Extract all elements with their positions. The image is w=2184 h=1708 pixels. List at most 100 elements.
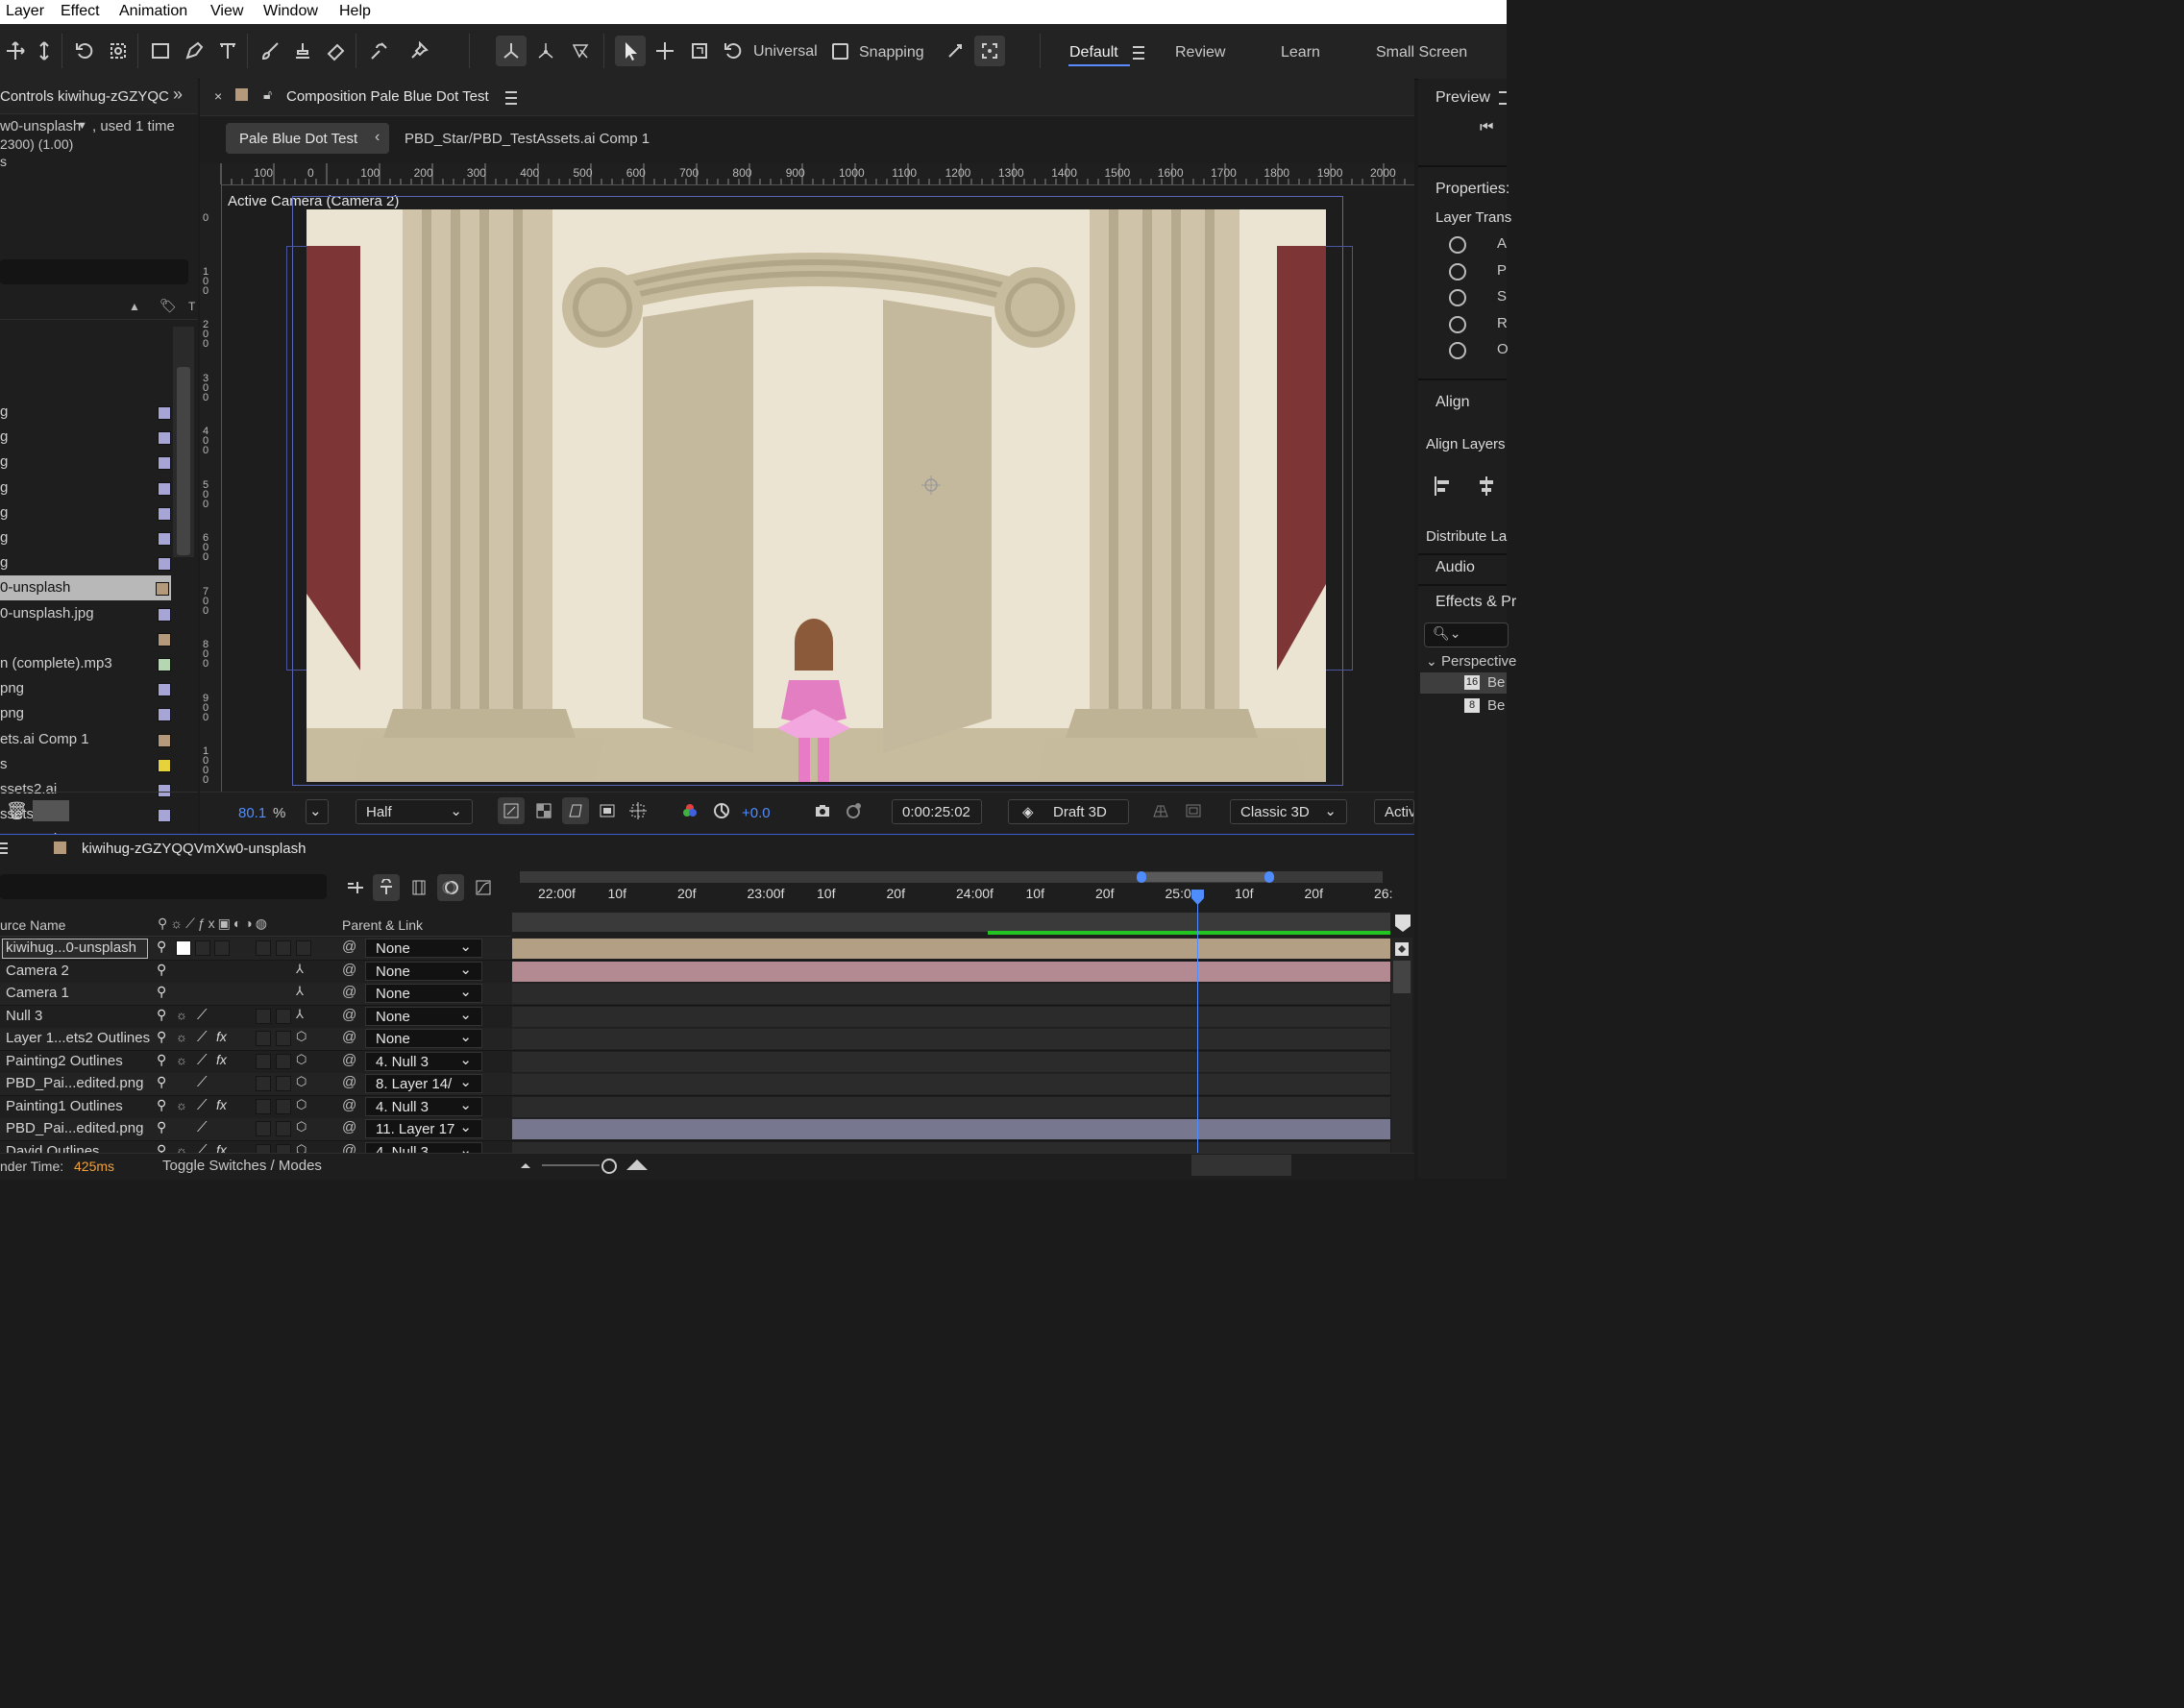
draft-3d-button[interactable]: ◈ Draft 3D <box>1008 799 1129 824</box>
layer-name[interactable]: Painting2 Outlines <box>6 1053 123 1069</box>
sort-up-icon[interactable]: ▲ <box>129 300 140 313</box>
world-axis-icon[interactable] <box>530 36 561 66</box>
project-item[interactable]: g <box>0 550 171 575</box>
stopwatch-icon[interactable] <box>1449 263 1466 281</box>
label-color-swatch[interactable] <box>158 733 171 747</box>
snap-features-icon[interactable] <box>974 36 1005 66</box>
color-management-icon[interactable] <box>708 797 735 824</box>
timeline-menu-icon[interactable] <box>0 842 8 855</box>
table-row[interactable]: Camera 2 ⚲ ⅄ @ None ⌄ <box>0 960 1390 984</box>
switch-box[interactable] <box>276 940 291 956</box>
project-item[interactable]: 0-unsplash <box>0 575 171 601</box>
rotate-icon[interactable] <box>69 36 100 66</box>
stopwatch-icon[interactable] <box>1449 342 1466 359</box>
panel-overflow-icon[interactable]: » <box>173 85 183 105</box>
breadcrumb-next[interactable]: PBD_Star/PBD_TestAssets.ai Comp 1 <box>405 131 650 147</box>
graph-editor-icon[interactable] <box>470 874 497 901</box>
project-item[interactable]: g <box>0 450 171 475</box>
quality-icon[interactable]: ⟋ <box>197 1097 208 1113</box>
rectangle-tool-icon[interactable] <box>145 36 176 66</box>
shy-icon[interactable]: ⚲ <box>157 1029 166 1045</box>
trash-icon[interactable]: 🗑 <box>6 801 28 821</box>
3d-layer-icon[interactable]: ⬡ <box>296 1097 307 1112</box>
frame-blending-icon[interactable] <box>405 874 432 901</box>
work-area-start-handle[interactable] <box>1137 871 1146 883</box>
shy-icon[interactable]: ⚲ <box>157 1052 166 1068</box>
effects-icon[interactable]: fx <box>216 1052 227 1067</box>
eraser-icon[interactable] <box>321 36 352 66</box>
switch-box[interactable] <box>256 1121 271 1136</box>
zoom-slider-track[interactable] <box>542 1164 600 1166</box>
switch-box[interactable] <box>195 940 210 956</box>
lock-icon[interactable]: 🔓︎ <box>263 86 272 103</box>
layer-duration-bar[interactable] <box>512 1074 1390 1094</box>
timeline-scrollbar-thumb[interactable] <box>1393 961 1411 993</box>
zoom-in-icon[interactable] <box>626 1159 648 1170</box>
effects-icon[interactable]: fx <box>216 1029 227 1044</box>
layer-duration-bar[interactable] <box>512 961 1390 982</box>
roto-brush-icon[interactable] <box>363 36 394 66</box>
pick-whip-icon[interactable]: @ <box>342 1097 356 1113</box>
view-dropdown[interactable]: Activ <box>1374 799 1414 824</box>
layer-duration-bar[interactable] <box>512 1051 1390 1072</box>
project-scrollbar-thumb[interactable] <box>177 367 190 555</box>
label-color-swatch[interactable] <box>158 632 171 647</box>
comp-marker-bin-icon[interactable] <box>1395 915 1411 932</box>
switch-box[interactable] <box>276 1031 291 1046</box>
parent-dropdown[interactable]: 8. Layer 14/ ⌄ <box>365 1074 482 1093</box>
comp-mini-flowchart-icon[interactable] <box>342 874 369 901</box>
parent-dropdown[interactable]: None ⌄ <box>365 984 482 1003</box>
workspace-learn[interactable]: Learn <box>1281 44 1320 61</box>
shy-icon[interactable]: ⚲ <box>157 939 166 955</box>
label-color-swatch[interactable] <box>158 532 171 546</box>
timeline-comp-name[interactable]: kiwihug-zGZYQQVmXw0-unsplash <box>82 841 306 857</box>
collapse-transform-icon[interactable]: ☼ <box>176 1030 187 1044</box>
universal-label[interactable]: Universal <box>753 43 818 61</box>
parent-dropdown[interactable]: 11. Layer 17 ⌄ <box>365 1119 482 1138</box>
3d-layer-icon[interactable]: ⅄ <box>296 984 304 999</box>
menu-effect[interactable]: Effect <box>61 3 100 20</box>
label-color-swatch[interactable] <box>158 456 171 471</box>
menu-view[interactable]: View <box>210 3 243 20</box>
menu-help[interactable]: Help <box>339 3 371 20</box>
quality-icon[interactable]: ⟋ <box>197 1052 208 1068</box>
layer-name[interactable]: kiwihug...0-unsplash <box>6 939 136 956</box>
3d-layer-icon[interactable]: ⬡ <box>296 1119 307 1135</box>
bit-depth-button[interactable] <box>33 800 69 821</box>
close-tab-icon[interactable]: × <box>214 88 222 104</box>
project-item[interactable]: 0-unsplash.jpg <box>0 601 171 626</box>
project-item[interactable]: g <box>0 425 171 450</box>
menu-window[interactable]: Window <box>263 3 318 20</box>
project-item[interactable]: g <box>0 525 171 550</box>
label-color-swatch[interactable] <box>158 406 171 420</box>
switch-box[interactable] <box>176 940 191 956</box>
shy-icon[interactable]: ⚲ <box>157 1007 166 1023</box>
stopwatch-icon[interactable] <box>1449 316 1466 333</box>
3d-layer-icon[interactable]: ⬡ <box>296 1052 307 1067</box>
layer-duration-bar[interactable] <box>512 939 1390 959</box>
label-color-swatch[interactable] <box>158 481 171 496</box>
type-tool-icon[interactable] <box>212 36 243 66</box>
pick-whip-icon[interactable]: @ <box>342 1119 356 1135</box>
3d-layer-icon[interactable]: ⅄ <box>296 962 304 977</box>
label-color-swatch[interactable] <box>158 607 171 622</box>
timeline-search-input[interactable] <box>0 874 327 899</box>
project-item[interactable]: ets.ai Comp 1 <box>0 727 171 752</box>
quality-icon[interactable]: ⟋ <box>197 1074 208 1090</box>
transparency-grid-icon[interactable] <box>530 797 557 824</box>
switch-box[interactable] <box>276 1121 291 1136</box>
label-color-swatch[interactable] <box>158 658 171 671</box>
timeline-horizontal-scroll-thumb[interactable] <box>1191 1155 1291 1176</box>
stopwatch-icon[interactable] <box>1449 236 1466 254</box>
switch-box[interactable] <box>256 1053 271 1069</box>
label-color-swatch[interactable] <box>158 758 171 772</box>
composition-canvas[interactable] <box>307 209 1326 782</box>
perspective-category[interactable]: Perspective <box>1441 653 1516 670</box>
pick-whip-icon[interactable]: @ <box>342 962 356 978</box>
move-3d-icon[interactable] <box>650 36 680 66</box>
pick-whip-icon[interactable]: @ <box>342 939 356 955</box>
menu-animation[interactable]: Animation <box>119 3 187 20</box>
label-color-swatch[interactable] <box>158 708 171 722</box>
pick-whip-icon[interactable]: @ <box>342 1052 356 1068</box>
source-dropdown-icon[interactable]: ▼ <box>77 120 87 132</box>
